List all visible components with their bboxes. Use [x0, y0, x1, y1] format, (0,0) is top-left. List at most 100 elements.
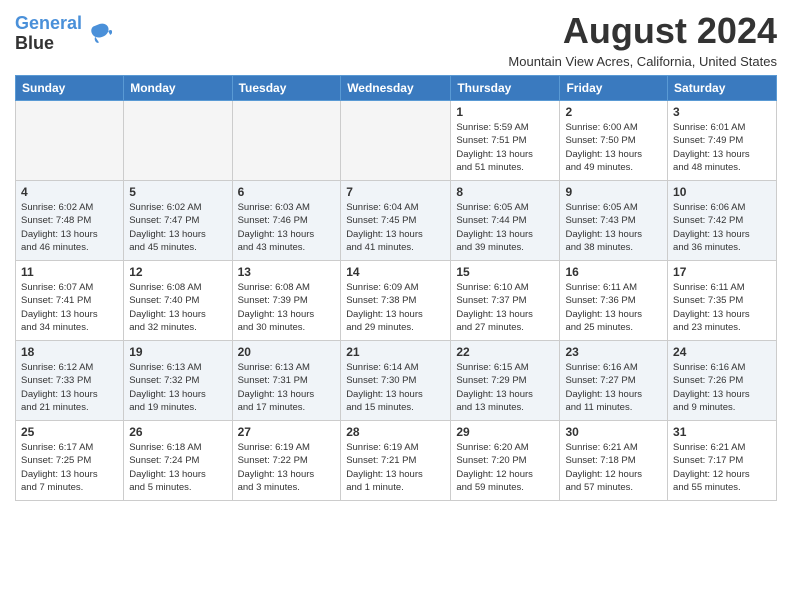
calendar-cell: 25Sunrise: 6:17 AM Sunset: 7:25 PM Dayli… — [16, 421, 124, 501]
page-header: GeneralBlue August 2024 Mountain View Ac… — [15, 10, 777, 69]
day-info: Sunrise: 6:11 AM Sunset: 7:35 PM Dayligh… — [673, 281, 771, 334]
day-info: Sunrise: 6:08 AM Sunset: 7:39 PM Dayligh… — [238, 281, 336, 334]
calendar-cell — [341, 101, 451, 181]
day-number: 31 — [673, 425, 771, 439]
day-number: 11 — [21, 265, 118, 279]
weekday-header-tuesday: Tuesday — [232, 76, 341, 101]
day-number: 29 — [456, 425, 554, 439]
weekday-header-thursday: Thursday — [451, 76, 560, 101]
day-number: 24 — [673, 345, 771, 359]
day-number: 25 — [21, 425, 118, 439]
day-info: Sunrise: 6:02 AM Sunset: 7:47 PM Dayligh… — [129, 201, 226, 254]
day-number: 14 — [346, 265, 445, 279]
day-info: Sunrise: 6:16 AM Sunset: 7:26 PM Dayligh… — [673, 361, 771, 414]
calendar-cell: 31 Sunrise: 6:21 AM Sunset: 7:17 PM Dayli… — [668, 421, 777, 501]
day-number: 26 — [129, 425, 226, 439]
calendar-cell: 26 Sunrise: 6:18 AM Sunset: 7:24 PM Dayli… — [124, 421, 232, 501]
day-info: Sunrise: 6:01 AM Sunset: 7:49 PM Dayligh… — [673, 121, 771, 174]
calendar-week-row: 25Sunrise: 6:17 AM Sunset: 7:25 PM Dayli… — [16, 421, 777, 501]
day-info: Sunrise: 6:14 AM Sunset: 7:30 PM Dayligh… — [346, 361, 445, 414]
day-number: 18 — [21, 345, 118, 359]
day-number: 3 — [673, 105, 771, 119]
calendar-cell: 8 Sunrise: 6:05 AM Sunset: 7:44 PM Daylig… — [451, 181, 560, 261]
day-info: Sunrise: 5:59 AM Sunset: 7:51 PM Dayligh… — [456, 121, 554, 174]
day-number: 22 — [456, 345, 554, 359]
day-number: 17 — [673, 265, 771, 279]
day-info: Sunrise: 6:06 AM Sunset: 7:42 PM Dayligh… — [673, 201, 771, 254]
day-number: 4 — [21, 185, 118, 199]
calendar-cell: 6 Sunrise: 6:03 AM Sunset: 7:46 PM Daylig… — [232, 181, 341, 261]
day-number: 13 — [238, 265, 336, 279]
day-info: Sunrise: 6:21 AM Sunset: 7:17 PM Dayligh… — [673, 441, 771, 494]
logo-text: GeneralBlue — [15, 14, 82, 54]
calendar-cell: 22 Sunrise: 6:15 AM Sunset: 7:29 PM Dayli… — [451, 341, 560, 421]
day-info: Sunrise: 6:05 AM Sunset: 7:44 PM Dayligh… — [456, 201, 554, 254]
day-info: Sunrise: 6:20 AM Sunset: 7:20 PM Dayligh… — [456, 441, 554, 494]
day-info: Sunrise: 6:07 AM Sunset: 7:41 PM Dayligh… — [21, 281, 118, 334]
day-number: 15 — [456, 265, 554, 279]
calendar-cell: 30 Sunrise: 6:21 AM Sunset: 7:18 PM Dayli… — [560, 421, 668, 501]
calendar-week-row: 4 Sunrise: 6:02 AM Sunset: 7:48 PM Daylig… — [16, 181, 777, 261]
day-info: Sunrise: 6:12 AM Sunset: 7:33 PM Dayligh… — [21, 361, 118, 414]
day-number: 16 — [565, 265, 662, 279]
day-info: Sunrise: 6:05 AM Sunset: 7:43 PM Dayligh… — [565, 201, 662, 254]
day-info: Sunrise: 6:15 AM Sunset: 7:29 PM Dayligh… — [456, 361, 554, 414]
calendar-cell: 24 Sunrise: 6:16 AM Sunset: 7:26 PM Dayli… — [668, 341, 777, 421]
calendar-cell: 7 Sunrise: 6:04 AM Sunset: 7:45 PM Daylig… — [341, 181, 451, 261]
calendar-week-row: 18 Sunrise: 6:12 AM Sunset: 7:33 PM Dayli… — [16, 341, 777, 421]
day-number: 12 — [129, 265, 226, 279]
calendar-cell: 10Sunrise: 6:06 AM Sunset: 7:42 PM Dayli… — [668, 181, 777, 261]
day-info: Sunrise: 6:08 AM Sunset: 7:40 PM Dayligh… — [129, 281, 226, 334]
day-number: 8 — [456, 185, 554, 199]
calendar-cell: 19 Sunrise: 6:13 AM Sunset: 7:32 PM Dayli… — [124, 341, 232, 421]
day-info: Sunrise: 6:16 AM Sunset: 7:27 PM Dayligh… — [565, 361, 662, 414]
day-number: 2 — [565, 105, 662, 119]
calendar-cell — [232, 101, 341, 181]
day-info: Sunrise: 6:11 AM Sunset: 7:36 PM Dayligh… — [565, 281, 662, 334]
day-number: 21 — [346, 345, 445, 359]
day-info: Sunrise: 6:04 AM Sunset: 7:45 PM Dayligh… — [346, 201, 445, 254]
calendar-cell — [124, 101, 232, 181]
weekday-header-sunday: Sunday — [16, 76, 124, 101]
day-number: 20 — [238, 345, 336, 359]
weekday-header-saturday: Saturday — [668, 76, 777, 101]
calendar-cell: 17 Sunrise: 6:11 AM Sunset: 7:35 PM Dayli… — [668, 261, 777, 341]
day-info: Sunrise: 6:21 AM Sunset: 7:18 PM Dayligh… — [565, 441, 662, 494]
calendar-cell: 18 Sunrise: 6:12 AM Sunset: 7:33 PM Dayli… — [16, 341, 124, 421]
weekday-header-friday: Friday — [560, 76, 668, 101]
month-title: August 2024 — [508, 10, 777, 52]
weekday-header-monday: Monday — [124, 76, 232, 101]
day-number: 7 — [346, 185, 445, 199]
day-info: Sunrise: 6:19 AM Sunset: 7:21 PM Dayligh… — [346, 441, 445, 494]
day-info: Sunrise: 6:18 AM Sunset: 7:24 PM Dayligh… — [129, 441, 226, 494]
day-number: 1 — [456, 105, 554, 119]
day-number: 5 — [129, 185, 226, 199]
calendar-cell: 20 Sunrise: 6:13 AM Sunset: 7:31 PM Dayli… — [232, 341, 341, 421]
day-number: 27 — [238, 425, 336, 439]
day-info: Sunrise: 6:02 AM Sunset: 7:48 PM Dayligh… — [21, 201, 118, 254]
calendar-cell: 1 Sunrise: 5:59 AM Sunset: 7:51 PM Daylig… — [451, 101, 560, 181]
calendar-cell: 11 Sunrise: 6:07 AM Sunset: 7:41 PM Dayli… — [16, 261, 124, 341]
calendar-week-row: 11 Sunrise: 6:07 AM Sunset: 7:41 PM Dayli… — [16, 261, 777, 341]
day-info: Sunrise: 6:13 AM Sunset: 7:32 PM Dayligh… — [129, 361, 226, 414]
day-number: 9 — [565, 185, 662, 199]
calendar-cell: 27 Sunrise: 6:19 AM Sunset: 7:22 PM Dayli… — [232, 421, 341, 501]
calendar-cell: 9 Sunrise: 6:05 AM Sunset: 7:43 PM Daylig… — [560, 181, 668, 261]
logo: GeneralBlue — [15, 14, 112, 54]
calendar-cell: 14Sunrise: 6:09 AM Sunset: 7:38 PM Dayli… — [341, 261, 451, 341]
day-number: 19 — [129, 345, 226, 359]
calendar-cell: 3 Sunrise: 6:01 AM Sunset: 7:49 PM Daylig… — [668, 101, 777, 181]
logo-bird-icon — [84, 20, 112, 48]
day-info: Sunrise: 6:19 AM Sunset: 7:22 PM Dayligh… — [238, 441, 336, 494]
day-number: 6 — [238, 185, 336, 199]
calendar-table: SundayMondayTuesdayWednesdayThursdayFrid… — [15, 75, 777, 501]
day-info: Sunrise: 6:13 AM Sunset: 7:31 PM Dayligh… — [238, 361, 336, 414]
calendar-cell: 15Sunrise: 6:10 AM Sunset: 7:37 PM Dayli… — [451, 261, 560, 341]
calendar-cell: 21 Sunrise: 6:14 AM Sunset: 7:30 PM Dayli… — [341, 341, 451, 421]
calendar-header-row: SundayMondayTuesdayWednesdayThursdayFrid… — [16, 76, 777, 101]
calendar-cell: 28Sunrise: 6:19 AM Sunset: 7:21 PM Dayli… — [341, 421, 451, 501]
day-info: Sunrise: 6:03 AM Sunset: 7:46 PM Dayligh… — [238, 201, 336, 254]
calendar-cell: 16 Sunrise: 6:11 AM Sunset: 7:36 PM Dayli… — [560, 261, 668, 341]
day-number: 30 — [565, 425, 662, 439]
title-area: August 2024 Mountain View Acres, Califor… — [508, 10, 777, 69]
